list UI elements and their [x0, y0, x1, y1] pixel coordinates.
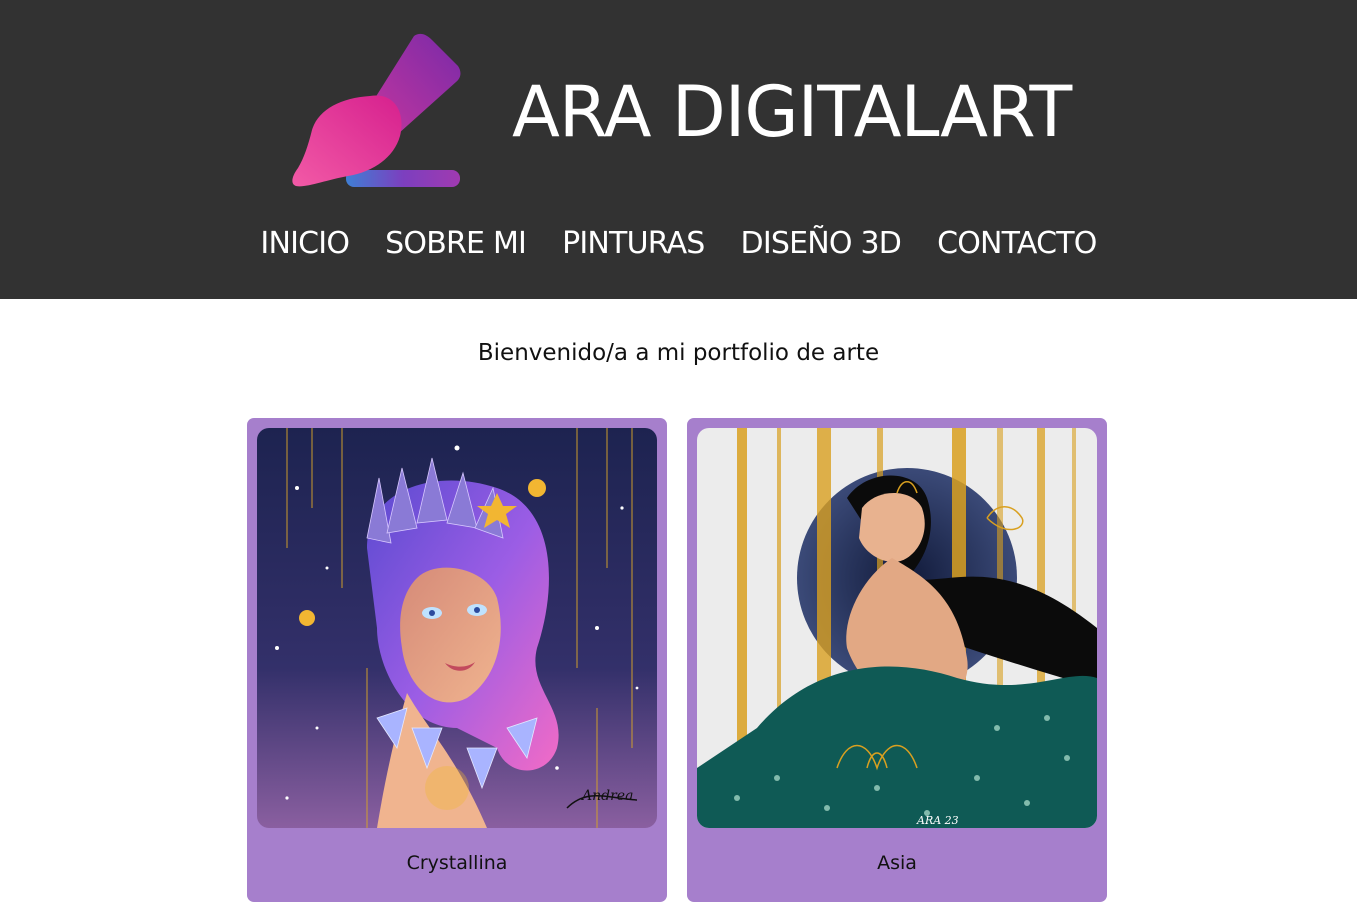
paintbrush-logo-icon[interactable]	[286, 30, 466, 195]
svg-text:Andrea: Andrea	[580, 788, 633, 804]
card-title: Crystallina	[406, 852, 508, 874]
nav-item-inicio[interactable]: INICIO	[260, 222, 350, 266]
asia-painting[interactable]: ARA 23	[697, 428, 1097, 828]
nav-item-sobre-mi[interactable]: SOBRE MI	[385, 222, 527, 266]
svg-text:ARA 23: ARA 23	[916, 814, 959, 827]
nav-item-contacto[interactable]: CONTACTO	[937, 222, 1097, 266]
main-nav: INICIO SOBRE MI PINTURAS DISEÑO 3D CONTA…	[0, 222, 1357, 266]
artwork-card-crystallina[interactable]: Andrea Crystallina	[247, 418, 667, 902]
card-title: Asia	[877, 852, 917, 874]
site-header: ARA DIGITALART INICIO SOBRE MI PINTURAS …	[0, 0, 1357, 299]
artwork-card-asia[interactable]: ARA 23 Asia	[687, 418, 1107, 902]
nav-item-pinturas[interactable]: PINTURAS	[562, 222, 705, 266]
site-title: ARA DIGITALART	[512, 71, 1072, 153]
crystallina-painting[interactable]: Andrea	[257, 428, 657, 828]
welcome-text: Bienvenido/a a mi portfolio de arte	[477, 340, 880, 366]
nav-item-diseno-3d[interactable]: DISEÑO 3D	[741, 222, 902, 266]
